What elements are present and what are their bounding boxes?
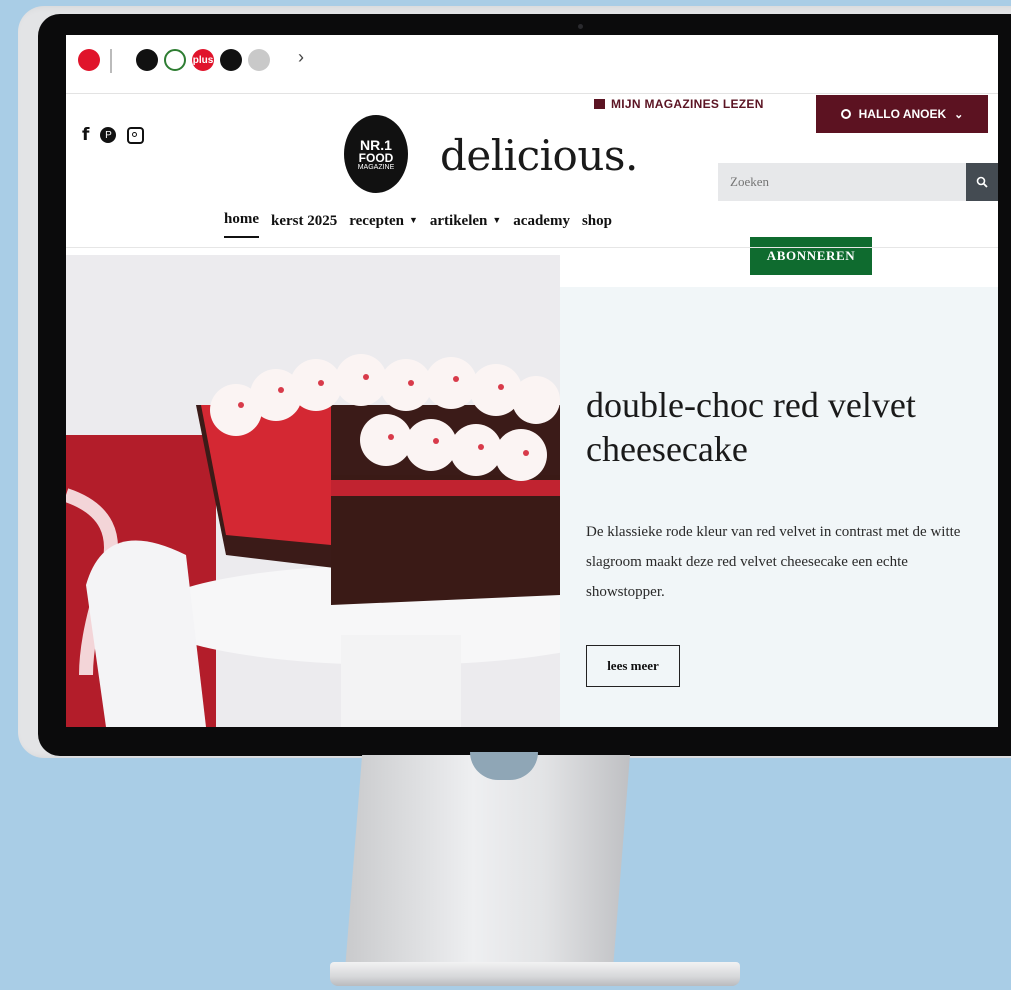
brand-separator	[110, 49, 112, 73]
nav-label: kerst 2025	[271, 213, 338, 229]
nav-item-recepten[interactable]: recepten ▼	[349, 213, 418, 238]
magazine-icon	[594, 99, 605, 109]
user-menu-button[interactable]: HALLO ANOEK ⌄	[816, 95, 988, 133]
brand-logo-4[interactable]	[220, 49, 242, 71]
hero-image[interactable]	[66, 255, 560, 727]
brand-logo-primary[interactable]	[78, 49, 100, 71]
pinterest-icon[interactable]: P	[100, 127, 117, 143]
monitor-base	[330, 962, 740, 986]
search-button[interactable]	[966, 163, 998, 201]
hero-title[interactable]: double-choc red velvet cheesecake	[586, 383, 976, 471]
caret-down-icon: ▼	[492, 215, 502, 225]
instagram-icon[interactable]	[127, 126, 145, 144]
brand-bar: plus ›	[66, 35, 998, 94]
nav-item-artikelen[interactable]: artikelen ▼	[430, 213, 501, 238]
nav-item-kerst[interactable]: kerst 2025	[271, 213, 337, 238]
main-nav: home kerst 2025 recepten ▼ artikelen ▼ aca…	[224, 211, 612, 238]
brand-logo-1[interactable]	[136, 49, 158, 71]
my-magazines-link[interactable]: MIJN MAGAZINES LEZEN	[594, 97, 764, 111]
facebook-icon[interactable]: f	[82, 125, 89, 145]
user-icon	[840, 109, 851, 119]
nr1-food-magazine-badge: NR.1 FOOD MAGAZINE	[344, 115, 408, 193]
camera-dot	[578, 24, 583, 29]
cheesecake-photo	[66, 255, 560, 727]
chevron-right-icon[interactable]: ›	[298, 47, 304, 68]
site-logo[interactable]: delicious.	[440, 131, 638, 180]
nav-item-home[interactable]: home	[224, 211, 259, 238]
read-more-button[interactable]: lees meer	[586, 645, 680, 687]
badge-line1: NR.1	[360, 136, 392, 153]
my-magazines-label: MIJN MAGAZINES LEZEN	[611, 97, 764, 111]
nav-item-academy[interactable]: academy	[513, 213, 570, 238]
badge-line3: MAGAZINE	[357, 163, 395, 171]
nav-label: academy	[513, 213, 570, 229]
nav-divider	[66, 247, 998, 248]
badge-line2: FOOD	[358, 150, 394, 165]
subscribe-button[interactable]: ABONNEREN	[750, 237, 872, 275]
nav-label: shop	[581, 213, 612, 229]
brand-logo-2[interactable]	[164, 49, 186, 71]
nav-label: recepten	[349, 213, 404, 229]
user-greeting: HALLO ANOEK	[858, 107, 947, 121]
brand-logo-5[interactable]	[248, 49, 270, 71]
search-input[interactable]	[718, 163, 966, 201]
caret-down-icon: ▼	[408, 215, 418, 225]
hero-description: De klassieke rode kleur van red velvet i…	[586, 524, 961, 600]
chevron-down-icon: ⌄	[954, 108, 964, 121]
search-icon	[976, 176, 988, 188]
nav-label: artikelen	[429, 213, 488, 229]
nav-item-shop[interactable]: shop	[582, 213, 612, 238]
browser-screen: plus › MIJN MAGAZINES LEZEN HALLO ANOEK …	[66, 35, 998, 727]
monitor-stand	[345, 755, 630, 970]
brand-logo-3[interactable]: plus	[192, 49, 214, 71]
nav-label: home	[224, 211, 259, 227]
social-links: f P	[82, 125, 145, 145]
